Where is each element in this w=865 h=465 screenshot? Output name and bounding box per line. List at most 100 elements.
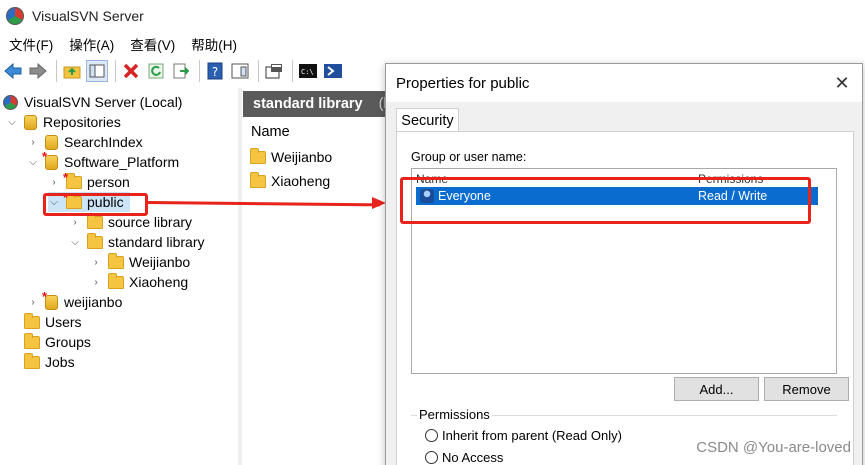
tree-item-weijianbo-repo[interactable]: › weijianbo	[27, 289, 123, 312]
tree-item-repositories[interactable]: ⌵ Repositories	[6, 112, 121, 132]
properties-icon[interactable]	[263, 60, 285, 82]
list-item-label: Xiaoheng	[271, 173, 331, 189]
tree-item-users[interactable]: Users	[24, 312, 82, 332]
tab-security[interactable]: Security	[396, 108, 459, 132]
chevron-down-icon[interactable]: ⌵	[6, 116, 18, 128]
menu-file[interactable]: 文件(F)	[4, 34, 58, 54]
menu-action[interactable]: 操作(A)	[64, 34, 119, 54]
chevron-right-icon[interactable]: ›	[69, 216, 81, 228]
list-item-label: Weijianbo	[271, 149, 333, 165]
tree-item-root[interactable]: VisualSVN Server (Local)	[3, 92, 182, 112]
modified-repository-icon	[42, 149, 58, 170]
toolbar-separator	[56, 60, 57, 82]
dialog-title-bar: Properties for public ✕	[386, 64, 862, 102]
tree-item-groups[interactable]: Groups	[24, 332, 91, 352]
toolbar-separator	[292, 60, 293, 82]
forward-arrow-icon[interactable]	[27, 60, 49, 82]
tree-item-label: Xiaoheng	[129, 274, 189, 290]
dialog-title: Properties for public	[396, 74, 530, 92]
group-or-user-label: Group or user name:	[411, 150, 527, 164]
show-hide-tree-icon[interactable]	[86, 60, 108, 82]
radio-label: Inherit from parent (Read Only)	[442, 428, 622, 443]
export-icon[interactable]	[170, 60, 192, 82]
tree-item-standard-library[interactable]: ⌵ standard library	[69, 232, 205, 252]
toolbar: ? C:\	[0, 57, 400, 85]
repository-icon	[45, 134, 58, 150]
tree-item-jobs[interactable]: Jobs	[24, 352, 75, 372]
tree-item-label: Jobs	[45, 354, 75, 370]
console-tree: VisualSVN Server (Local) ⌵ Repositories …	[0, 88, 238, 465]
modified-repository-icon	[42, 289, 58, 310]
details-header: standard library (h	[243, 91, 403, 117]
pane-splitter[interactable]	[238, 88, 242, 465]
toolbar-separator	[115, 60, 116, 82]
menu-bar: 文件(F) 操作(A) 查看(V) 帮助(H)	[0, 33, 248, 55]
tree-item-label: standard library	[108, 234, 205, 250]
repository-icon	[24, 114, 37, 130]
close-icon[interactable]: ✕	[822, 64, 862, 102]
modified-folder-icon	[63, 170, 82, 189]
add-button[interactable]: Add...	[674, 377, 759, 401]
details-header-title: standard library	[253, 96, 363, 112]
folder-icon	[250, 147, 266, 164]
folder-icon	[87, 232, 103, 249]
console-icon[interactable]: C:\	[297, 60, 319, 82]
folder-icon	[87, 212, 103, 229]
list-item[interactable]: Weijianbo	[250, 147, 332, 167]
properties-dialog: Properties for public ✕ Security Group o…	[385, 63, 863, 465]
toolbar-separator	[258, 60, 259, 82]
chevron-right-icon[interactable]: ›	[90, 276, 102, 288]
menu-help[interactable]: 帮助(H)	[186, 34, 242, 54]
chevron-down-icon[interactable]: ⌵	[27, 156, 39, 168]
list-item[interactable]: Xiaoheng	[250, 171, 330, 191]
visualsvn-logo-icon	[6, 7, 24, 25]
window-title: VisualSVN Server	[32, 8, 144, 24]
back-arrow-icon[interactable]	[2, 60, 24, 82]
tree-item-label: Users	[45, 314, 82, 330]
tree-item-person[interactable]: › person	[48, 170, 130, 192]
tree-item-label: SearchIndex	[64, 134, 143, 150]
title-bar: VisualSVN Server	[0, 0, 865, 32]
tree-item-xiaoheng-folder[interactable]: › Xiaoheng	[90, 272, 188, 292]
chevron-right-icon[interactable]: ›	[48, 176, 60, 188]
tree-item-label: Groups	[45, 334, 91, 350]
folder-icon	[24, 312, 40, 329]
folder-icon	[250, 171, 266, 188]
toolbar-separator	[199, 60, 200, 82]
column-header-name[interactable]: Name	[251, 124, 290, 140]
folder-icon	[24, 332, 40, 349]
radio-button-icon[interactable]	[425, 429, 438, 442]
up-folder-icon[interactable]	[61, 60, 83, 82]
tree-item-software-platform[interactable]: ⌵ Software_Platform	[27, 149, 180, 172]
tree-item-label: Weijianbo	[129, 254, 191, 270]
remove-button[interactable]: Remove	[764, 377, 849, 401]
chevron-down-icon[interactable]: ⌵	[69, 236, 81, 248]
watermark: CSDN @You-are-loved	[696, 439, 851, 456]
folder-icon	[108, 252, 124, 269]
help-icon[interactable]: ?	[204, 60, 226, 82]
folder-icon	[108, 272, 124, 289]
public-highlight-annotation	[43, 193, 148, 216]
svg-text:C:\: C:\	[301, 68, 314, 76]
radio-button-icon[interactable]	[425, 451, 438, 464]
chevron-right-icon[interactable]: ›	[27, 136, 39, 148]
visualsvn-logo-icon	[3, 94, 18, 110]
chevron-right-icon[interactable]: ›	[27, 296, 39, 308]
radio-label: No Access	[442, 450, 504, 465]
tree-item-label: weijianbo	[64, 294, 123, 310]
delete-icon[interactable]	[120, 60, 142, 82]
tree-item-label: person	[87, 174, 130, 190]
properties-panel-icon[interactable]	[229, 60, 251, 82]
annotation-arrow-head	[372, 197, 386, 209]
menu-view[interactable]: 查看(V)	[125, 34, 180, 54]
powershell-icon[interactable]	[322, 60, 344, 82]
chevron-right-icon[interactable]: ›	[90, 256, 102, 268]
radio-inherit[interactable]: Inherit from parent (Read Only)	[425, 428, 622, 443]
tree-item-label: VisualSVN Server (Local)	[24, 94, 183, 110]
tree-item-weijianbo-folder[interactable]: › Weijianbo	[90, 252, 190, 272]
refresh-icon[interactable]	[145, 60, 167, 82]
everyone-highlight-annotation	[400, 177, 811, 224]
tree-item-label: Software_Platform	[64, 154, 180, 170]
permissions-label: Permissions	[417, 407, 492, 422]
radio-no-access[interactable]: No Access	[425, 450, 503, 465]
